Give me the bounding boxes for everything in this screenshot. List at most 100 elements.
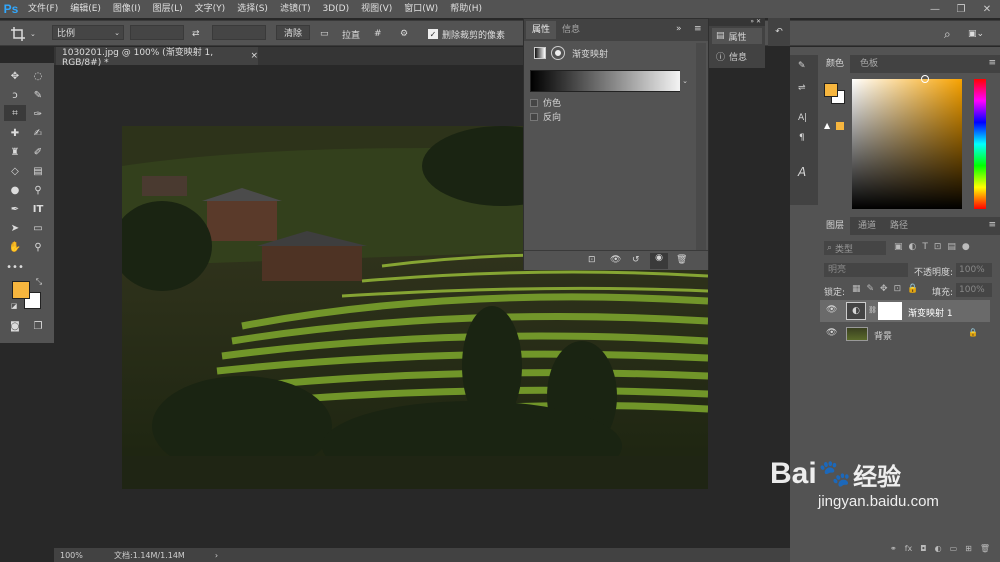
link-layers-icon[interactable]: ⚭ [890,544,897,560]
path-select-icon[interactable]: ➤ [6,220,24,236]
layer-filter-icons[interactable]: ▣◐T⊡▤● [894,242,976,252]
height-input[interactable] [212,25,266,40]
new-adjustment-icon[interactable]: ◐ [935,544,942,560]
menu-file[interactable]: 文件(F) [22,0,64,18]
pen-tool-icon[interactable]: ✒ [6,201,24,217]
menu-3d[interactable]: 3D(D) [316,0,355,18]
menu-filter[interactable]: 滤镜(T) [274,0,317,18]
quick-select-tool-icon[interactable]: ✎ [29,87,47,103]
foreground-color-swatch[interactable] [12,281,30,299]
gradient-preview[interactable] [530,70,688,92]
gradient-tool-icon[interactable]: ▤ [29,163,47,179]
screen-mode-icon[interactable]: ❐ [29,318,47,334]
menu-type[interactable]: 文字(Y) [189,0,232,18]
layer-kind-filter[interactable]: ⌕ 类型 [824,241,886,255]
eraser-tool-icon[interactable]: ◇ [6,163,24,179]
tab-properties[interactable]: 属性 [526,21,557,39]
layer-visibility-icon[interactable]: 👁 [826,328,837,338]
lock-icons[interactable]: ▦✎✥⊡🔒 [852,284,924,294]
status-menu-arrow-icon[interactable]: › [215,551,218,560]
properties-scrollbar[interactable] [696,43,706,253]
delete-cropped-checkbox[interactable]: ✓ 删除裁剪的像素 [428,25,505,43]
view-previous-icon[interactable]: 👁 [610,255,621,265]
opacity-input[interactable]: 100% [956,263,992,277]
clear-button[interactable]: 清除 [276,25,310,40]
collapsed-info-button[interactable]: ⓘ 信息 [712,48,762,64]
gear-icon[interactable]: ⚙ [400,25,408,43]
tab-color[interactable]: 颜色 [820,55,851,73]
tab-info[interactable]: 信息 [556,21,586,39]
hue-slider[interactable] [974,79,986,209]
fx-icon[interactable]: fx [905,544,913,560]
menu-help[interactable]: 帮助(H) [444,0,488,18]
fill-input[interactable]: 100% [956,283,992,297]
tab-channels[interactable]: 通道 [852,217,882,235]
marquee-tool-icon[interactable]: ◌ [29,68,47,84]
menu-edit[interactable]: 编辑(E) [64,0,107,18]
healing-brush-icon[interactable]: ✚ [6,125,24,141]
layer-row[interactable]: 👁 ◐ ⛓ 渐变映射 1 [820,300,990,322]
character-icon[interactable]: A| [798,113,807,123]
workspace-icon[interactable]: ▣⌄ [968,25,984,43]
gradient-dropdown-icon[interactable]: ⌄ [680,70,690,92]
crop-tool-icon[interactable]: ⌄ [10,25,36,43]
visibility-icon[interactable]: ◉ [650,253,668,269]
dither-checkbox[interactable]: 仿色 [530,96,561,109]
collapse-panel-icon[interactable]: » [676,24,682,34]
glyphs-icon[interactable]: A [798,165,806,179]
blur-tool-icon[interactable]: ● [6,182,24,198]
add-mask-icon[interactable]: ◘ [920,544,926,560]
delete-icon[interactable]: 🗑 [676,255,687,265]
panel-menu-icon[interactable]: ≡ [694,24,702,34]
clip-to-layer-icon[interactable]: ⊡ [588,255,596,265]
minimize-icon[interactable]: — [922,0,948,18]
delete-layer-icon[interactable]: 🗑 [980,544,990,560]
new-group-icon[interactable]: ▭ [950,544,958,560]
tab-swatches[interactable]: 色板 [854,55,884,73]
chain-link-icon[interactable]: ⛓ [868,306,877,314]
zoom-tool-icon[interactable]: ⚲ [29,239,47,255]
move-tool-icon[interactable]: ✥ [6,68,24,84]
reverse-checkbox[interactable]: 反向 [530,110,561,123]
history-brush-icon[interactable]: ✐ [29,144,47,160]
swap-icon[interactable]: ⇄ [192,25,200,43]
menu-image[interactable]: 图像(I) [107,0,147,18]
layer-visibility-icon[interactable]: 👁 [826,305,837,315]
document-tab[interactable]: 1030201.jpg @ 100% (渐变映射 1, RGB/8#) * × [56,47,258,68]
color-panel-menu-icon[interactable]: ≡ [988,58,996,68]
eyedropper-tool-icon[interactable]: ✑ [29,106,47,122]
quick-mask-icon[interactable]: ◙ [6,318,24,334]
more-tools-icon[interactable]: ••• [6,259,24,275]
restore-icon[interactable]: ❐ [948,0,974,18]
color-field[interactable] [852,79,962,209]
straighten-icon[interactable]: ▭ [320,25,329,43]
blend-mode-select[interactable]: 明亮 [824,263,908,277]
tab-layers[interactable]: 图层 [820,217,851,235]
straighten-button[interactable]: 拉直 [342,25,360,43]
lasso-tool-icon[interactable]: ↄ [6,87,24,103]
type-tool-icon[interactable]: IT [29,201,47,217]
clone-stamp-icon[interactable]: ♜ [6,144,24,160]
hand-tool-icon[interactable]: ✋ [6,239,24,255]
menu-layer[interactable]: 图层(L) [147,0,189,18]
reset-icon[interactable]: ↺ [632,255,640,265]
brush-presets-icon[interactable]: ✎ [798,61,806,71]
layer-row[interactable]: 👁 背景 🔒 [820,323,990,345]
layer-mask-thumbnail[interactable] [878,302,902,320]
new-layer-icon[interactable]: ⊞ [965,544,972,560]
menu-select[interactable]: 选择(S) [231,0,274,18]
mask-icon[interactable] [551,46,565,60]
collapsed-properties-button[interactable]: ▤ 属性 [712,28,762,44]
menu-view[interactable]: 视图(V) [355,0,398,18]
gamut-swatch[interactable] [836,122,844,130]
color-foreground-swatch[interactable] [824,83,838,97]
tab-paths[interactable]: 路径 [884,217,914,235]
crop-tool-icon[interactable]: ⌗ [4,105,26,121]
rectangle-tool-icon[interactable]: ▭ [29,220,47,236]
adjust-icon[interactable]: ⇌ [798,83,806,93]
gamut-warning-icon[interactable]: ▲ [824,121,830,130]
menu-window[interactable]: 窗口(W) [398,0,444,18]
ratio-select[interactable]: 比例 ⌄ [52,25,124,40]
swap-colors-icon[interactable]: ⤡ [34,277,44,287]
paragraph-icon[interactable]: ¶ [799,133,805,143]
